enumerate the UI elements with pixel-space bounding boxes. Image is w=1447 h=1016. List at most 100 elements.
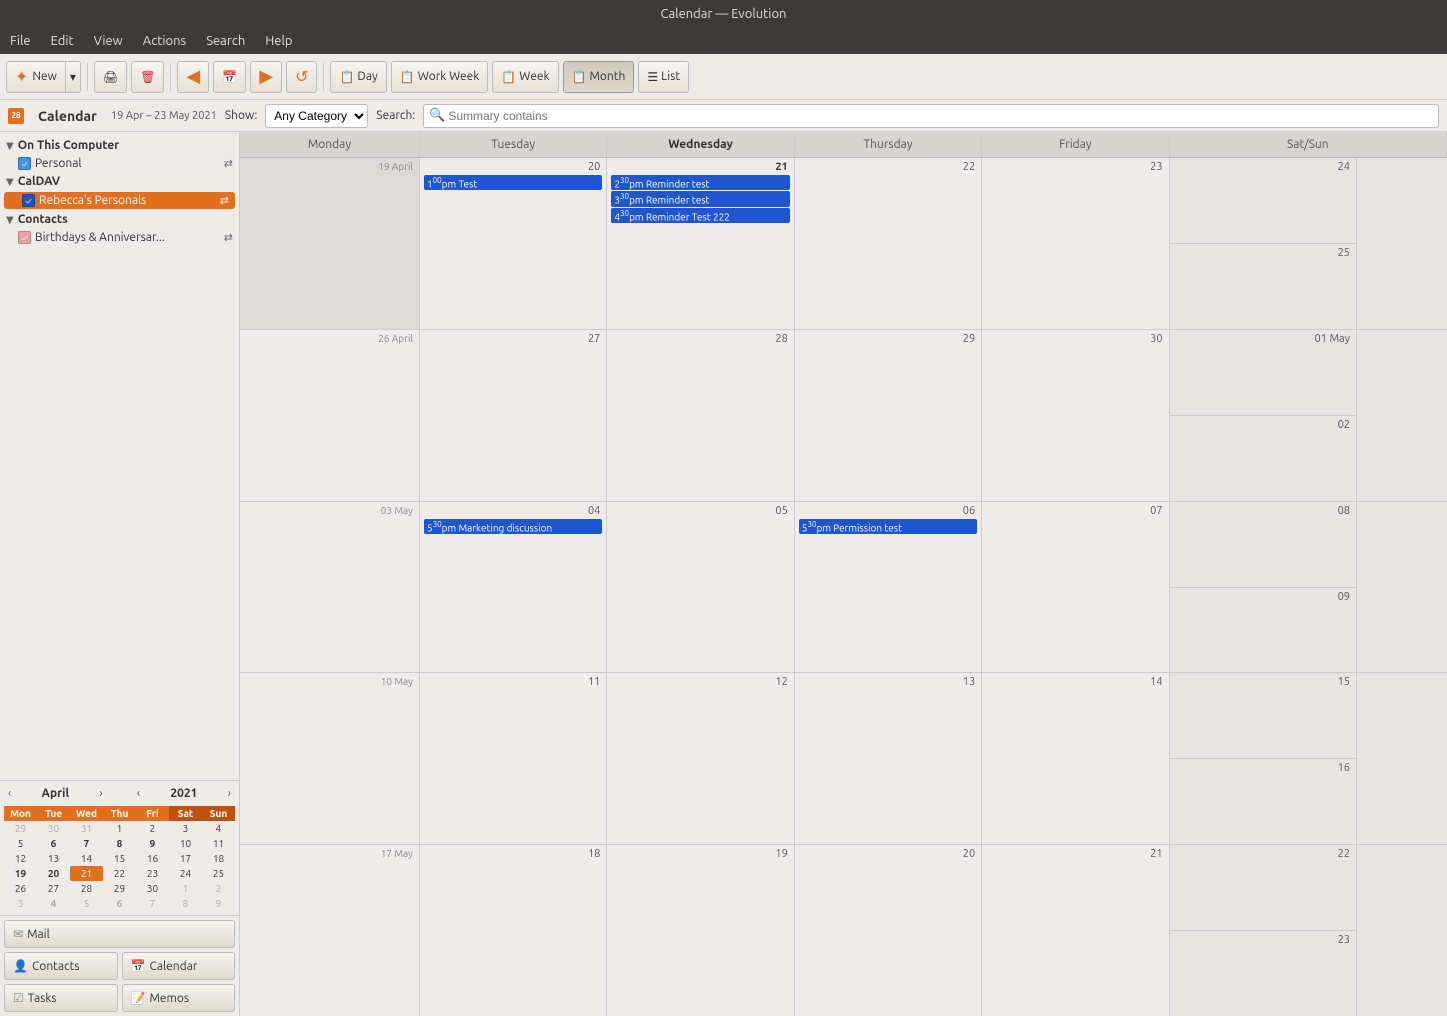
cell-may13[interactable]: 13 — [795, 673, 982, 844]
calendar-item-birthdays[interactable]: ✓ Birthdays & Anniversar... ⇄ — [0, 229, 239, 246]
mini-day-9b[interactable]: 9 — [202, 896, 235, 911]
cell-may06[interactable]: 06 530pm Permission test — [795, 502, 982, 673]
cell-may15[interactable]: 15 — [1170, 673, 1356, 759]
cell-may05[interactable]: 05 — [607, 502, 794, 673]
mini-day-7b[interactable]: 7 — [136, 896, 169, 911]
nav-contacts-button[interactable]: 👤 Contacts — [4, 952, 118, 980]
mini-day-31[interactable]: 31 — [70, 821, 103, 836]
cell-apr30[interactable]: 30 — [982, 330, 1169, 501]
cell-may08-09[interactable]: 08 09 — [1170, 502, 1357, 673]
delete-button[interactable]: 🗑 — [131, 61, 164, 93]
cell-apr24[interactable]: 24 — [1170, 158, 1356, 244]
cell-apr26[interactable]: 26 April — [240, 330, 420, 501]
event-530pm-permission[interactable]: 530pm Permission test — [799, 519, 977, 534]
nav-forward-button[interactable]: ▶ — [250, 61, 282, 93]
mini-day-7[interactable]: 7 — [70, 836, 103, 851]
event-530pm-marketing[interactable]: 530pm Marketing discussion — [424, 519, 602, 534]
rebeccas-checkbox[interactable]: ✓ — [22, 194, 35, 207]
mini-day-30b[interactable]: 30 — [136, 881, 169, 896]
mini-day-23[interactable]: 23 — [136, 866, 169, 881]
mini-day-27[interactable]: 27 — [37, 881, 70, 896]
mini-day-2[interactable]: 2 — [136, 821, 169, 836]
mini-day-16[interactable]: 16 — [136, 851, 169, 866]
mini-day-4[interactable]: 4 — [202, 821, 235, 836]
mini-day-3[interactable]: 3 — [169, 821, 202, 836]
cell-may03[interactable]: 03 May — [240, 502, 420, 673]
cell-may09[interactable]: 09 — [1170, 588, 1356, 673]
cell-may18[interactable]: 18 — [420, 845, 607, 1016]
cell-may07[interactable]: 07 — [982, 502, 1169, 673]
cell-apr29[interactable]: 29 — [795, 330, 982, 501]
refresh-birthdays-icon[interactable]: ⇄ — [224, 231, 233, 244]
cell-may02[interactable]: 02 — [1170, 416, 1356, 501]
cell-may12[interactable]: 12 — [607, 673, 794, 844]
mini-day-8[interactable]: 8 — [103, 836, 136, 851]
section-on-this-computer[interactable]: ▼ On This Computer — [0, 136, 239, 155]
search-input[interactable] — [423, 104, 1439, 128]
mini-day-15[interactable]: 15 — [103, 851, 136, 866]
mini-day-21[interactable]: 21 — [70, 866, 103, 881]
mini-day-8b[interactable]: 8 — [169, 896, 202, 911]
event-230pm-reminder1[interactable]: 230pm Reminder test — [611, 175, 789, 190]
event-330pm-reminder2[interactable]: 330pm Reminder test — [611, 191, 789, 206]
mini-day-24[interactable]: 24 — [169, 866, 202, 881]
menu-edit[interactable]: Edit — [47, 32, 78, 50]
mini-day-12[interactable]: 12 — [4, 851, 37, 866]
mini-day-18[interactable]: 18 — [202, 851, 235, 866]
view-week-button[interactable]: 📋 Week — [492, 61, 558, 93]
mini-cal-prev-month[interactable]: ‹ — [4, 785, 15, 802]
mini-cal-prev-year[interactable]: ‹ — [133, 785, 144, 802]
refresh-button[interactable]: ↺ — [286, 61, 317, 93]
mini-day-4b[interactable]: 4 — [37, 896, 70, 911]
cell-may01-02[interactable]: 01 May 02 — [1170, 330, 1357, 501]
cell-may04[interactable]: 04 530pm Marketing discussion — [420, 502, 607, 673]
birthdays-checkbox[interactable]: ✓ — [18, 231, 31, 244]
view-day-button[interactable]: 📋 Day — [330, 61, 386, 93]
section-contacts[interactable]: ▼ Contacts — [0, 210, 239, 229]
cell-may19[interactable]: 19 — [607, 845, 794, 1016]
cell-apr23[interactable]: 23 — [982, 158, 1169, 329]
mini-day-11[interactable]: 11 — [202, 836, 235, 851]
cell-apr27[interactable]: 27 — [420, 330, 607, 501]
menu-search[interactable]: Search — [202, 32, 249, 50]
mini-cal-next-year[interactable]: › — [224, 785, 235, 802]
menu-file[interactable]: File — [6, 32, 35, 50]
mini-day-30[interactable]: 30 — [37, 821, 70, 836]
mini-day-26[interactable]: 26 — [4, 881, 37, 896]
print-button[interactable]: 🖨 — [94, 61, 127, 93]
cell-may23[interactable]: 23 — [1170, 931, 1356, 1016]
cell-may11[interactable]: 11 — [420, 673, 607, 844]
mini-day-29[interactable]: 29 — [4, 821, 37, 836]
cell-apr19[interactable]: 19 April — [240, 158, 420, 329]
cell-apr22[interactable]: 22 — [795, 158, 982, 329]
cell-apr28[interactable]: 28 — [607, 330, 794, 501]
cell-may22-23[interactable]: 22 23 — [1170, 845, 1357, 1016]
cell-apr24-25[interactable]: 24 25 — [1170, 158, 1357, 329]
refresh-personal-icon[interactable]: ⇄ — [224, 157, 233, 170]
cell-may22[interactable]: 22 — [1170, 845, 1356, 931]
menu-actions[interactable]: Actions — [139, 32, 190, 50]
cell-may08[interactable]: 08 — [1170, 502, 1356, 588]
calendar-item-personal[interactable]: ✓ Personal ⇄ — [0, 155, 239, 172]
event-430pm-reminder3[interactable]: 430pm Reminder Test 222 — [611, 208, 789, 223]
personal-checkbox[interactable]: ✓ — [18, 157, 31, 170]
mini-day-14[interactable]: 14 — [70, 851, 103, 866]
mini-day-19[interactable]: 19 — [4, 866, 37, 881]
mini-day-9[interactable]: 9 — [136, 836, 169, 851]
mini-day-6b[interactable]: 6 — [103, 896, 136, 911]
cell-may17[interactable]: 17 May — [240, 845, 420, 1016]
nav-mail-button[interactable]: ✉ Mail — [4, 920, 235, 948]
view-workweek-button[interactable]: 📋 Work Week — [391, 61, 488, 93]
new-dropdown-button[interactable]: ▾ — [65, 61, 81, 93]
cell-apr21[interactable]: 21 230pm Reminder test 330pm Reminder te… — [607, 158, 794, 329]
mini-day-17[interactable]: 17 — [169, 851, 202, 866]
cell-may10[interactable]: 10 May — [240, 673, 420, 844]
view-month-button[interactable]: 📋 Month — [563, 61, 635, 93]
mini-day-5[interactable]: 5 — [4, 836, 37, 851]
mini-day-3b[interactable]: 3 — [4, 896, 37, 911]
mini-day-1b[interactable]: 1 — [169, 881, 202, 896]
refresh-rebeccas-icon[interactable]: ⇄ — [220, 194, 229, 207]
mini-day-5b[interactable]: 5 — [70, 896, 103, 911]
cell-apr20[interactable]: 20 100pm Test — [420, 158, 607, 329]
menu-view[interactable]: View — [90, 32, 127, 50]
